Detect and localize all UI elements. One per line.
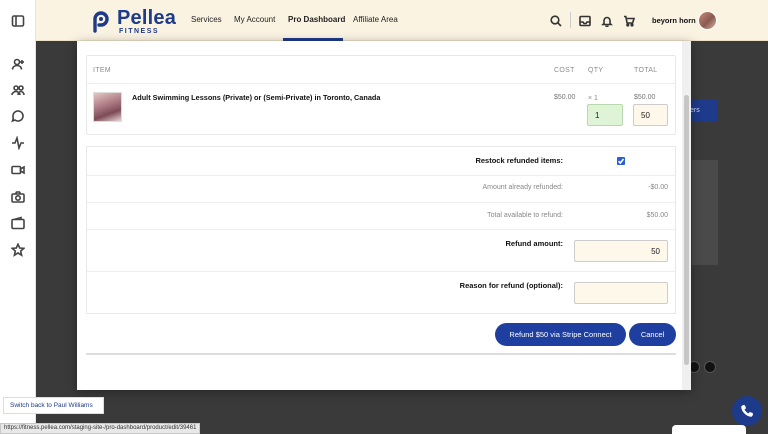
nav-my-account[interactable]: My Account <box>234 15 275 24</box>
top-navbar: Pellea FITNESS Services My Account Pro D… <box>36 0 768 41</box>
phone-icon <box>741 405 753 417</box>
restock-label: Restock refunded items: <box>475 156 563 165</box>
modal-footer-divider <box>86 353 676 355</box>
refund-amount-input[interactable] <box>574 240 668 262</box>
nav-affiliate-area[interactable]: Affiliate Area <box>353 15 398 24</box>
camera-icon[interactable] <box>11 190 25 204</box>
cancel-button[interactable]: Cancel <box>629 323 676 346</box>
table-header: ITEM COST QTY TOTAL <box>87 56 675 84</box>
users-icon[interactable] <box>11 83 25 97</box>
refund-reason-input[interactable] <box>574 282 668 304</box>
nav-pro-dashboard[interactable]: Pro Dashboard <box>288 15 345 24</box>
already-refunded-label: Amount already refunded: <box>482 184 563 191</box>
phone-call-button[interactable] <box>732 396 762 426</box>
header-qty: QTY <box>588 67 604 74</box>
star-icon[interactable] <box>10 242 26 257</box>
search-icon[interactable] <box>550 14 562 27</box>
bell-icon[interactable] <box>601 14 613 28</box>
product-thumbnail[interactable] <box>93 92 122 122</box>
available-label: Total available to refund: <box>487 212 563 219</box>
social-icon <box>704 361 716 373</box>
left-sidebar <box>0 0 36 434</box>
product-name[interactable]: Adult Swimming Lessons (Private) or (Sem… <box>132 93 432 102</box>
cart-icon[interactable] <box>623 14 636 27</box>
refund-amount-label: Refund amount: <box>505 239 564 248</box>
pellea-logo-icon <box>93 10 109 33</box>
video-icon[interactable] <box>11 163 25 177</box>
brand-sub: FITNESS <box>119 28 160 35</box>
activity-icon[interactable] <box>11 135 25 151</box>
wallet-icon[interactable] <box>11 216 25 230</box>
switch-back-link[interactable]: Switch back to Paul Williams <box>3 397 104 414</box>
item-qty: × 1 <box>588 95 598 102</box>
panel-toggle-icon[interactable] <box>11 14 25 28</box>
nav-services[interactable]: Services <box>191 15 222 24</box>
avatar[interactable] <box>698 11 717 30</box>
refund-via-stripe-button[interactable]: Refund $50 via Stripe Connect <box>495 323 626 346</box>
header-item: ITEM <box>93 67 111 74</box>
user-add-icon[interactable] <box>11 57 25 71</box>
inbox-icon[interactable] <box>579 14 591 27</box>
user-name[interactable]: beyorn horn <box>652 16 696 25</box>
header-total: TOTAL <box>634 67 658 74</box>
item-total: $50.00 <box>634 94 656 101</box>
divider <box>570 12 571 28</box>
item-cost: $50.00 <box>554 94 576 101</box>
available-value: $50.00 <box>646 212 668 219</box>
brand-name: Pellea <box>117 7 177 29</box>
brand-logo[interactable]: Pellea FITNESS <box>90 8 176 35</box>
status-bar-url: https://fitness.pellea.com/staging-site-… <box>0 423 201 434</box>
background-widget <box>672 425 746 434</box>
header-cost: COST <box>554 67 575 74</box>
refund-line-total-input[interactable] <box>633 104 668 126</box>
refund-qty-input[interactable] <box>587 104 623 126</box>
already-refunded-value: -$0.00 <box>648 184 668 191</box>
restock-checkbox[interactable] <box>617 157 625 165</box>
chat-icon[interactable] <box>11 109 25 123</box>
background-panel <box>692 160 718 265</box>
check-icon <box>617 158 625 165</box>
refund-reason-label: Reason for refund (optional): <box>459 281 563 290</box>
modal-scrollbar-thumb[interactable] <box>684 95 689 365</box>
